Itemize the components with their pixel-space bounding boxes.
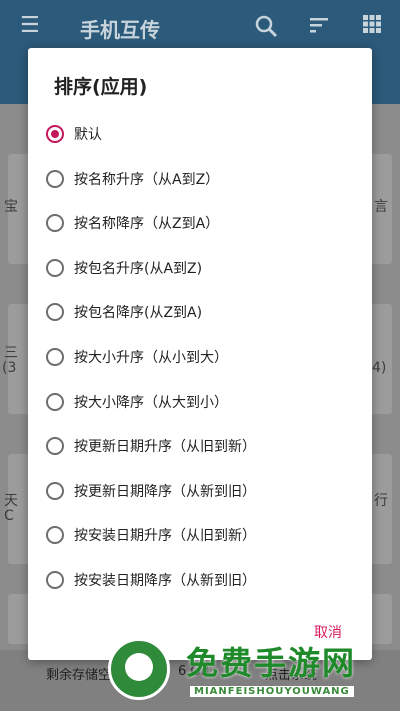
sort-icon[interactable] <box>308 14 330 42</box>
sort-dialog: 排序(应用) 默认 按名称升序（从A到Z） 按名称降序（从Z到A） 按包名升序(… <box>28 48 372 660</box>
edge-text: C <box>4 508 14 524</box>
option-label: 按安装日期升序（从旧到新） <box>74 528 256 544</box>
radio-button[interactable] <box>46 214 64 232</box>
sort-option-updated-desc[interactable]: 按更新日期降序（从新到旧） <box>44 471 356 511</box>
sort-option-size-asc[interactable]: 按大小升序（从小到大） <box>44 337 356 377</box>
sort-option-size-desc[interactable]: 按大小降序（从大到小） <box>44 382 356 422</box>
dialog-title: 排序(应用) <box>54 76 148 98</box>
grid-icon[interactable] <box>362 14 382 40</box>
edge-text: (3 <box>2 360 17 376</box>
option-label: 按大小升序（从小到大） <box>74 350 228 366</box>
edge-text: 宝 <box>4 199 18 215</box>
option-label: 按更新日期降序（从新到旧） <box>74 484 256 500</box>
option-label: 按名称升序（从A到Z） <box>74 172 220 188</box>
storage-label: 剩余存储空 <box>46 668 112 683</box>
sort-option-package-desc[interactable]: 按包名降序(从Z到A) <box>44 292 356 332</box>
radio-button[interactable] <box>46 393 64 411</box>
radio-button[interactable] <box>46 482 64 500</box>
radio-button[interactable] <box>46 437 64 455</box>
sort-option-name-asc[interactable]: 按名称升序（从A到Z） <box>44 159 356 199</box>
option-label: 按名称降序（从Z到A） <box>74 216 220 232</box>
watermark-logo-icon <box>108 638 170 700</box>
search-icon[interactable] <box>254 14 278 44</box>
sort-option-default[interactable]: 默认 <box>44 114 356 154</box>
sort-option-name-desc[interactable]: 按名称降序（从Z到A） <box>44 203 356 243</box>
edge-text: 天 <box>4 493 18 509</box>
menu-icon[interactable]: ☰ <box>20 14 40 38</box>
radio-button[interactable] <box>46 125 64 143</box>
option-label: 默认 <box>74 127 102 143</box>
radio-button[interactable] <box>46 259 64 277</box>
option-label: 按安装日期降序（从新到旧） <box>74 573 256 589</box>
watermark-title: 免费手游网 <box>186 644 357 682</box>
radio-button[interactable] <box>46 348 64 366</box>
app-title: 手机互传 <box>80 18 160 42</box>
sort-option-installed-desc[interactable]: 按安装日期降序（从新到旧） <box>44 560 356 600</box>
radio-button[interactable] <box>46 170 64 188</box>
sort-option-installed-asc[interactable]: 按安装日期升序（从旧到新） <box>44 515 356 555</box>
sort-option-updated-asc[interactable]: 按更新日期升序（从旧到新） <box>44 426 356 466</box>
radio-button[interactable] <box>46 571 64 589</box>
watermark-subtitle: MIANFEISHOUYOUWANG <box>190 686 354 697</box>
edge-text: 三 <box>4 345 18 361</box>
option-label: 按包名降序(从Z到A) <box>74 305 203 321</box>
option-label: 按包名升序(从A到Z) <box>74 261 203 277</box>
edge-text: 4) <box>372 360 387 376</box>
edge-text: 言 <box>374 199 388 215</box>
option-label: 按大小降序（从大到小） <box>74 395 228 411</box>
option-label: 按更新日期升序（从旧到新） <box>74 439 256 455</box>
sort-option-package-asc[interactable]: 按包名升序(从A到Z) <box>44 248 356 288</box>
edge-text: 行 <box>374 493 388 509</box>
watermark: 免费手游网 MIANFEISHOUYOUWANG <box>108 636 398 706</box>
radio-button[interactable] <box>46 303 64 321</box>
radio-button[interactable] <box>46 526 64 544</box>
